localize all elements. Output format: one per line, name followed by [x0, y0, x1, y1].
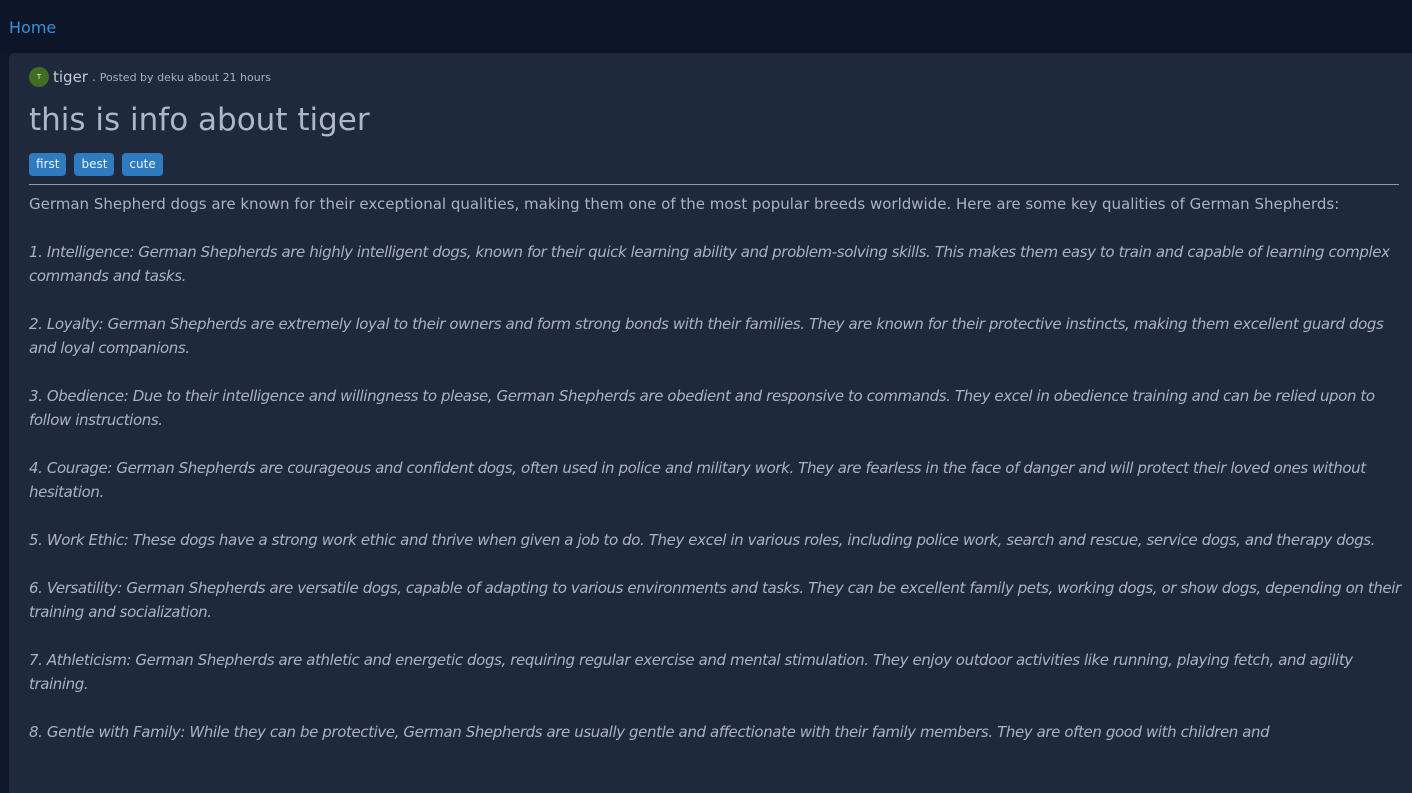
post-title: this is info about tiger [29, 102, 370, 138]
tag-list: first best cute [29, 153, 163, 176]
posted-by-label: Posted by [99, 70, 154, 84]
post-card: T tiger . Posted by deku about 21 hours … [9, 53, 1412, 793]
post-meta: T tiger . Posted by deku about 21 hours [29, 67, 271, 87]
quality-athleticism: 7. Athleticism: German Shepherds are ath… [29, 651, 1353, 693]
quality-obedience: 3. Obedience: Due to their intelligence … [29, 387, 1375, 429]
meta-separator: . [91, 70, 96, 84]
quality-loyalty: 2. Loyalty: German Shepherds are extreme… [29, 315, 1384, 357]
quality-intelligence: 1. Intelligence: German Shepherds are hi… [29, 243, 1390, 285]
quality-gentle-with-family: 8. Gentle with Family: While they can be… [29, 723, 1270, 741]
quality-courage: 4. Courage: German Shepherds are courage… [29, 459, 1366, 501]
community-avatar[interactable]: T [29, 67, 49, 87]
divider [29, 184, 1399, 185]
tag-first[interactable]: first [29, 153, 67, 176]
quality-work-ethic: 5. Work Ethic: These dogs have a strong … [29, 531, 1376, 549]
community-name[interactable]: tiger [53, 68, 88, 86]
post-time: about 21 hours [187, 70, 271, 84]
home-link[interactable]: Home [9, 17, 56, 39]
top-navbar: Home [0, 0, 1412, 53]
post-intro: German Shepherd dogs are known for their… [29, 195, 1340, 213]
tag-best[interactable]: best [74, 153, 115, 176]
post-body: German Shepherd dogs are known for their… [29, 192, 1403, 768]
quality-versatility: 6. Versatility: German Shepherds are ver… [29, 579, 1401, 621]
post-author[interactable]: deku [157, 71, 184, 84]
tag-cute[interactable]: cute [122, 153, 163, 176]
